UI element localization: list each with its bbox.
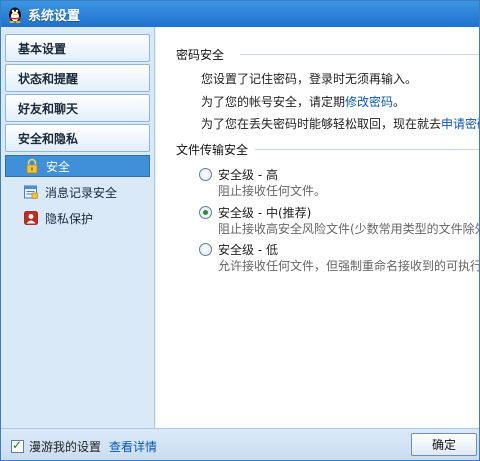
roam-settings: 漫游我的设置 查看详情 (11, 438, 157, 455)
security-level-desc: 阻止接收任何文件。 (218, 184, 327, 198)
sidebar-item-label: 隐私保护 (45, 211, 94, 226)
sidebar-item-message-record[interactable]: 消息记录安全 (5, 181, 150, 203)
security-level-desc: 阻止接收高安全风险文件(少数常用类型的文件除外 (218, 222, 480, 236)
section-divider (255, 149, 479, 150)
file-transfer-security-heading: 文件传输安全 (176, 141, 479, 157)
sidebar-item-label: 安全 (46, 159, 71, 174)
security-level-label: 安全级 - 高 (218, 168, 278, 182)
remember-password-text: 您设置了记住密码，登录时无须再输入。 (201, 72, 418, 86)
view-details-link[interactable]: 查看详情 (109, 438, 157, 455)
sidebar-category-friends[interactable]: 好友和聊天 (5, 94, 150, 122)
security-level-label: 安全级 - 中(推荐) (218, 206, 312, 220)
roam-settings-label[interactable]: 漫游我的设置 (29, 438, 101, 455)
radio-button[interactable] (199, 168, 212, 181)
qq-penguin-icon (7, 5, 23, 23)
sidebar-item-label: 消息记录安全 (45, 185, 118, 200)
lock-icon (24, 158, 40, 174)
sidebar-category-security[interactable]: 安全和隐私 (5, 124, 150, 152)
bottom-bar: 漫游我的设置 查看详情 确定 (1, 428, 479, 460)
sidebar-category-basic[interactable]: 基本设置 (5, 34, 150, 62)
title-bar[interactable]: 系统设置 (1, 1, 479, 27)
password-recovery-text: 为了您在丢失密码时能够轻松取回，现在就去申请密码 (201, 115, 479, 132)
message-record-icon (23, 184, 39, 200)
section-divider (240, 54, 479, 55)
password-security-heading: 密码安全 (176, 46, 479, 62)
sidebar-category-status[interactable]: 状态和提醒 (5, 64, 150, 92)
sidebar-item-privacy[interactable]: 隐私保护 (5, 207, 150, 229)
privacy-icon (23, 210, 39, 226)
ok-button[interactable]: 确定 (411, 433, 477, 456)
change-password-text: 为了您的帐号安全，请定期修改密码。 (201, 95, 406, 109)
settings-content: 密码安全 您设置了记住密码，登录时无须再输入。 为了您的帐号安全，请定期修改密码… (156, 27, 480, 428)
security-level-desc: 允许接收任何文件，但强制重命名接收到的可执行文 (218, 259, 480, 273)
roam-settings-checkbox[interactable] (11, 438, 24, 453)
security-level-low-option[interactable]: 安全级 - 低 (199, 241, 278, 258)
security-level-high-option[interactable]: 安全级 - 高 (199, 166, 278, 183)
security-level-medium-option[interactable]: 安全级 - 中(推荐) (199, 204, 311, 221)
radio-button[interactable] (199, 243, 212, 256)
window-title: 系统设置 (28, 8, 81, 24)
sidebar: 基本设置 状态和提醒 好友和聊天 安全和隐私 安全 消息记录安全 隐私保护 (1, 27, 155, 428)
security-level-label: 安全级 - 低 (218, 243, 278, 257)
change-password-link[interactable]: 修改密码 (345, 95, 393, 109)
sidebar-item-security[interactable]: 安全 (5, 155, 150, 177)
settings-window: 系统设置 基本设置 状态和提醒 好友和聊天 安全和隐私 安全 消息记录安全 隐私… (0, 0, 480, 461)
apply-password-protection-link[interactable]: 申请密码 (441, 117, 479, 131)
radio-button[interactable] (199, 206, 212, 219)
